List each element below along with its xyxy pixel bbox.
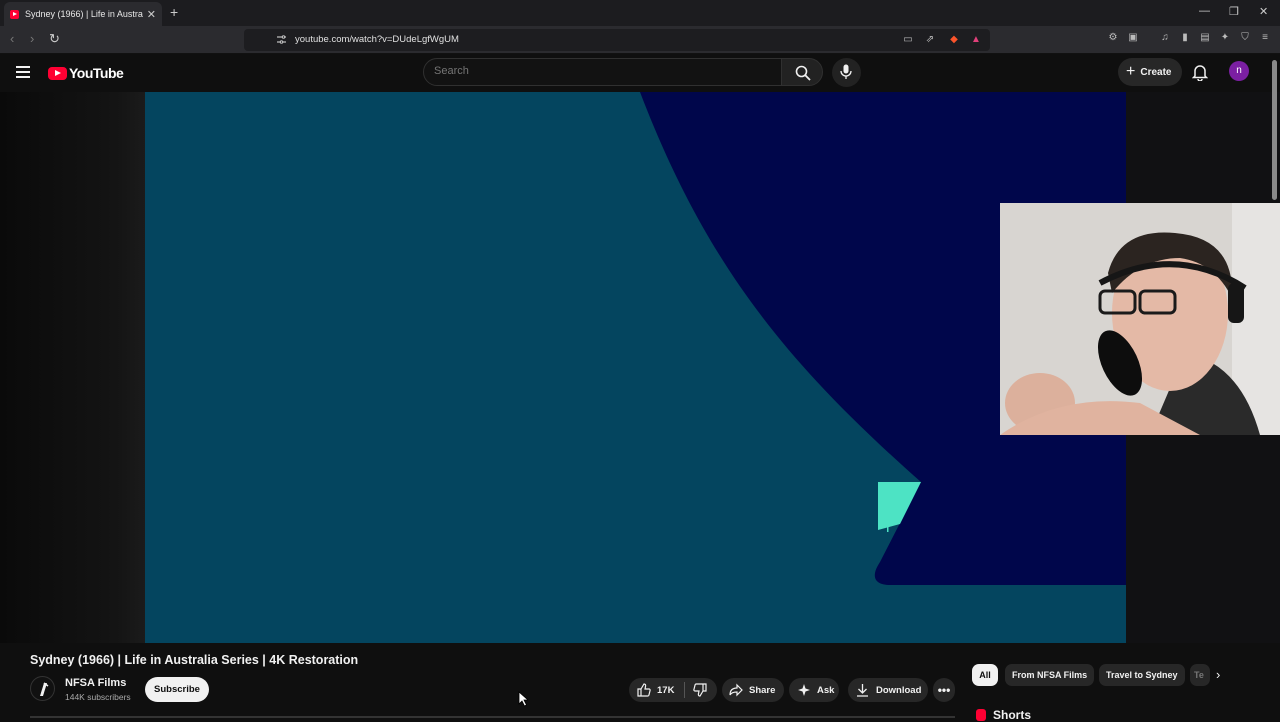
youtube-play-icon	[48, 66, 67, 80]
share-page-icon[interactable]: ⇗	[924, 34, 936, 46]
more-actions-button[interactable]: •••	[933, 678, 955, 702]
media-icon[interactable]: ♫	[1159, 32, 1171, 44]
chip-truncated[interactable]: Te	[1190, 664, 1210, 686]
webcam-overlay	[1000, 203, 1280, 435]
like-dislike-group: 17K	[629, 678, 717, 702]
sparkle-icon	[798, 684, 810, 696]
ask-label: Ask	[817, 684, 835, 696]
site-settings-icon[interactable]	[275, 34, 287, 46]
menu-icon[interactable]: ≡	[1259, 32, 1271, 44]
brave-rewards-icon[interactable]: ▲	[970, 34, 982, 46]
page-scrollbar[interactable]	[1272, 60, 1277, 200]
like-divider	[684, 682, 686, 698]
minimize-window-icon[interactable]: —	[1199, 5, 1210, 17]
guide-menu-icon[interactable]	[16, 66, 30, 78]
download-icon	[857, 684, 868, 697]
create-button[interactable]: + Create	[1118, 58, 1182, 86]
video-title: Sydney (1966) | Life in Australia Series…	[30, 653, 359, 667]
chip-travel-to-sydney[interactable]: Travel to Sydney	[1099, 664, 1185, 686]
cast-icon[interactable]: ▭	[902, 34, 914, 46]
share-button[interactable]: Share	[722, 678, 784, 702]
new-tab-button[interactable]: +	[170, 4, 178, 20]
youtube-favicon-icon	[10, 9, 19, 19]
browser-toolbar: ‹ › ↻ youtube.com/watch?v=DUdeLgfWgUM ▭ …	[0, 26, 1280, 54]
share-icon	[729, 683, 743, 697]
youtube-logo[interactable]: YouTube	[48, 65, 124, 81]
address-bar[interactable]: youtube.com/watch?v=DUdeLgfWgUM ▭ ⇗ ◆ ▲	[244, 29, 990, 51]
create-label: Create	[1140, 66, 1172, 78]
chevron-right-icon[interactable]: ›	[1216, 667, 1220, 682]
browser-tab-youtube[interactable]: Sydney (1966) | Life in Australia ✕	[4, 2, 162, 26]
close-window-icon[interactable]: ✕	[1259, 5, 1268, 18]
download-label: Download	[876, 684, 922, 696]
close-tab-icon[interactable]: ✕	[147, 8, 156, 21]
search-input[interactable]	[434, 65, 764, 77]
browser-tab-bar: Sydney (1966) | Life in Australia ✕ + — …	[0, 0, 1280, 26]
screenshot-icon[interactable]: ▣	[1127, 32, 1139, 44]
account-avatar[interactable]: n	[1229, 61, 1249, 81]
thumbs-up-icon[interactable]	[637, 683, 651, 697]
video-frame	[145, 92, 1126, 643]
url-text: youtube.com/watch?v=DUdeLgfWgUM	[295, 34, 459, 45]
search-button[interactable]	[781, 58, 823, 86]
chip-from-channel[interactable]: From NFSA Films	[1005, 664, 1095, 686]
microphone-icon	[840, 64, 852, 79]
youtube-logo-text: YouTube	[69, 65, 124, 81]
vpn-icon[interactable]: ⛉	[1239, 32, 1251, 44]
subscriber-count: 144K subscribers	[65, 692, 131, 702]
youtube-masthead: YouTube + Create n	[0, 54, 1280, 92]
reload-icon[interactable]: ↻	[49, 31, 60, 47]
ambient-left	[0, 92, 145, 643]
brave-shields-icon[interactable]: ◆	[948, 34, 960, 46]
video-player[interactable]	[145, 92, 1126, 643]
ask-button[interactable]: Ask	[789, 678, 839, 702]
search-icon	[795, 65, 811, 81]
notifications-bell-icon[interactable]	[1191, 63, 1209, 82]
share-label: Share	[749, 684, 776, 696]
plus-icon: +	[1126, 63, 1136, 80]
forward-icon[interactable]: ›	[30, 31, 34, 46]
streamer-webcam-image	[1000, 203, 1280, 435]
download-button[interactable]: Download	[848, 678, 928, 702]
thumbs-down-icon[interactable]	[693, 683, 708, 697]
nfsa-logo-icon	[40, 682, 49, 696]
sidebar-icon[interactable]: ▮	[1179, 32, 1191, 44]
more-horizontal-icon: •••	[937, 683, 951, 697]
extensions-icon[interactable]: ⚙	[1107, 32, 1119, 44]
subscribe-button[interactable]: Subscribe	[145, 677, 209, 702]
search-box[interactable]	[423, 58, 782, 86]
restore-window-icon[interactable]: ❐	[1229, 5, 1239, 18]
description-divider	[30, 716, 955, 718]
channel-name[interactable]: NFSA Films	[65, 677, 126, 689]
shorts-icon	[976, 709, 986, 721]
wallet-icon[interactable]: ▤	[1199, 32, 1211, 44]
tab-title: Sydney (1966) | Life in Australia	[25, 9, 143, 19]
like-count[interactable]: 17K	[657, 685, 674, 696]
mouse-cursor-icon	[518, 691, 530, 712]
voice-search-button[interactable]	[832, 58, 861, 87]
leo-ai-icon[interactable]: ✦	[1219, 32, 1231, 44]
chip-all[interactable]: All	[972, 664, 998, 686]
channel-avatar[interactable]	[30, 676, 55, 701]
back-icon[interactable]: ‹	[10, 31, 14, 46]
